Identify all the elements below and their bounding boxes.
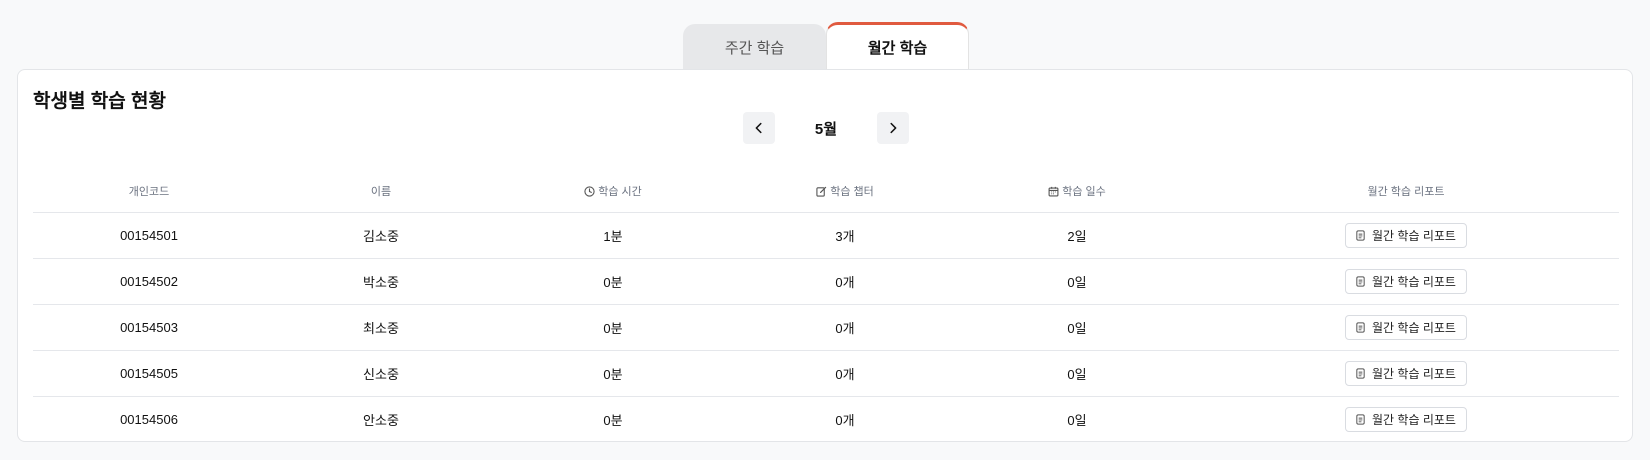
header-days-label: 학습 일수 bbox=[1062, 185, 1106, 198]
card-title: 학생별 학습 현황 bbox=[33, 91, 166, 112]
monthly-report-button[interactable]: 월간 학습 리포트 bbox=[1345, 314, 1467, 340]
cell-report: 월간 학습 리포트 bbox=[1193, 396, 1619, 441]
table-header-row: 개인코드 이름 학습 시간 학습 챕터 학습 일수 월간 학습 리포트 bbox=[33, 170, 1619, 213]
document-icon bbox=[1356, 321, 1365, 333]
monthly-report-label: 월간 학습 리포트 bbox=[1372, 366, 1456, 381]
chevron-right-icon bbox=[890, 122, 897, 134]
cell-chapter: 0개 bbox=[729, 304, 961, 351]
cell-report: 월간 학습 리포트 bbox=[1193, 304, 1619, 351]
chevron-left-icon bbox=[755, 122, 762, 134]
monthly-report-button[interactable]: 월간 학습 리포트 bbox=[1345, 360, 1467, 386]
document-icon bbox=[1356, 414, 1365, 425]
monthly-report-label: 월간 학습 리포트 bbox=[1372, 412, 1456, 427]
cell-days: 0일 bbox=[1067, 412, 1087, 428]
cell-time: 0분 bbox=[603, 412, 623, 428]
document-icon bbox=[1356, 275, 1365, 287]
cell-report: 월간 학습 리포트 bbox=[1193, 212, 1619, 259]
cell-time: 0분 bbox=[497, 304, 729, 351]
cell-time: 0분 bbox=[497, 258, 729, 305]
cell-code: 00154505 bbox=[33, 350, 265, 397]
monthly-report-button[interactable]: 월간 학습 리포트 bbox=[1345, 222, 1467, 248]
cell-code: 00154501 bbox=[33, 212, 265, 259]
monthly-report-button[interactable]: 월간 학습 리포트 bbox=[1345, 268, 1467, 294]
cell-code: 00154502 bbox=[33, 258, 265, 305]
header-time-label: 학습 시간 bbox=[598, 185, 642, 198]
student-status-card: 학생별 학습 현황 5월 개인코드 이름 학습 시간 학습 챕터 학습 일수 월… bbox=[17, 69, 1633, 442]
cell-days: 0일 bbox=[961, 304, 1193, 351]
monthly-report-label: 월간 학습 리포트 bbox=[1372, 274, 1456, 289]
cell-report: 월간 학습 리포트 bbox=[1193, 258, 1619, 305]
header-time: 학습 시간 bbox=[497, 170, 729, 213]
cell-time: 0분 bbox=[497, 350, 729, 397]
tab-weekly[interactable]: 주간 학습 bbox=[683, 24, 826, 70]
cell-days: 0일 bbox=[961, 258, 1193, 305]
cell-name: 신소중 bbox=[265, 350, 497, 397]
table-row: 00154506 안소중 0분 0개 0일 월간 학습 리포트 bbox=[33, 396, 1619, 441]
prev-month-button[interactable] bbox=[743, 112, 775, 144]
clock-icon bbox=[584, 186, 595, 197]
cell-report: 월간 학습 리포트 bbox=[1193, 350, 1619, 397]
month-navigator: 5월 bbox=[743, 112, 909, 144]
header-chapter-label: 학습 챕터 bbox=[830, 185, 874, 198]
document-icon bbox=[1356, 367, 1365, 379]
table-row: 00154505 신소중 0분 0개 0일 월간 학습 리포트 bbox=[33, 350, 1619, 397]
cell-name: 김소중 bbox=[265, 212, 497, 259]
table-row: 00154502 박소중 0분 0개 0일 월간 학습 리포트 bbox=[33, 258, 1619, 305]
cell-chapter: 0개 bbox=[835, 412, 855, 428]
month-label: 5월 bbox=[814, 120, 838, 138]
student-table: 개인코드 이름 학습 시간 학습 챕터 학습 일수 월간 학습 리포트 0015… bbox=[33, 170, 1619, 441]
header-days: 학습 일수 bbox=[961, 170, 1193, 213]
cell-time: 1분 bbox=[497, 212, 729, 259]
next-month-button[interactable] bbox=[877, 112, 909, 144]
cell-chapter: 0개 bbox=[729, 350, 961, 397]
header-report: 월간 학습 리포트 bbox=[1193, 170, 1619, 213]
cell-chapter: 3개 bbox=[729, 212, 961, 259]
monthly-report-label: 월간 학습 리포트 bbox=[1372, 228, 1456, 243]
tab-monthly[interactable]: 월간 학습 bbox=[826, 22, 969, 70]
cell-name: 박소중 bbox=[265, 258, 497, 305]
header-code: 개인코드 bbox=[33, 170, 265, 213]
header-name: 이름 bbox=[265, 170, 497, 213]
tab-bar: 주간 학습 월간 학습 bbox=[683, 22, 969, 70]
header-chapter: 학습 챕터 bbox=[729, 170, 961, 213]
monthly-report-button[interactable]: 월간 학습 리포트 bbox=[1345, 406, 1467, 432]
cell-code: 00154506 bbox=[120, 411, 178, 427]
cell-code: 00154503 bbox=[33, 304, 265, 351]
table-row: 00154501 김소중 1분 3개 2일 월간 학습 리포트 bbox=[33, 212, 1619, 259]
monthly-report-label: 월간 학습 리포트 bbox=[1372, 320, 1456, 335]
cell-chapter: 0개 bbox=[729, 258, 961, 305]
cell-days: 2일 bbox=[961, 212, 1193, 259]
cell-days: 0일 bbox=[961, 350, 1193, 397]
cell-name: 최소중 bbox=[265, 304, 497, 351]
document-icon bbox=[1356, 229, 1365, 241]
cell-name: 안소중 bbox=[363, 412, 399, 428]
calendar-icon bbox=[1048, 186, 1059, 197]
table-row: 00154503 최소중 0분 0개 0일 월간 학습 리포트 bbox=[33, 304, 1619, 351]
edit-icon bbox=[816, 186, 827, 197]
